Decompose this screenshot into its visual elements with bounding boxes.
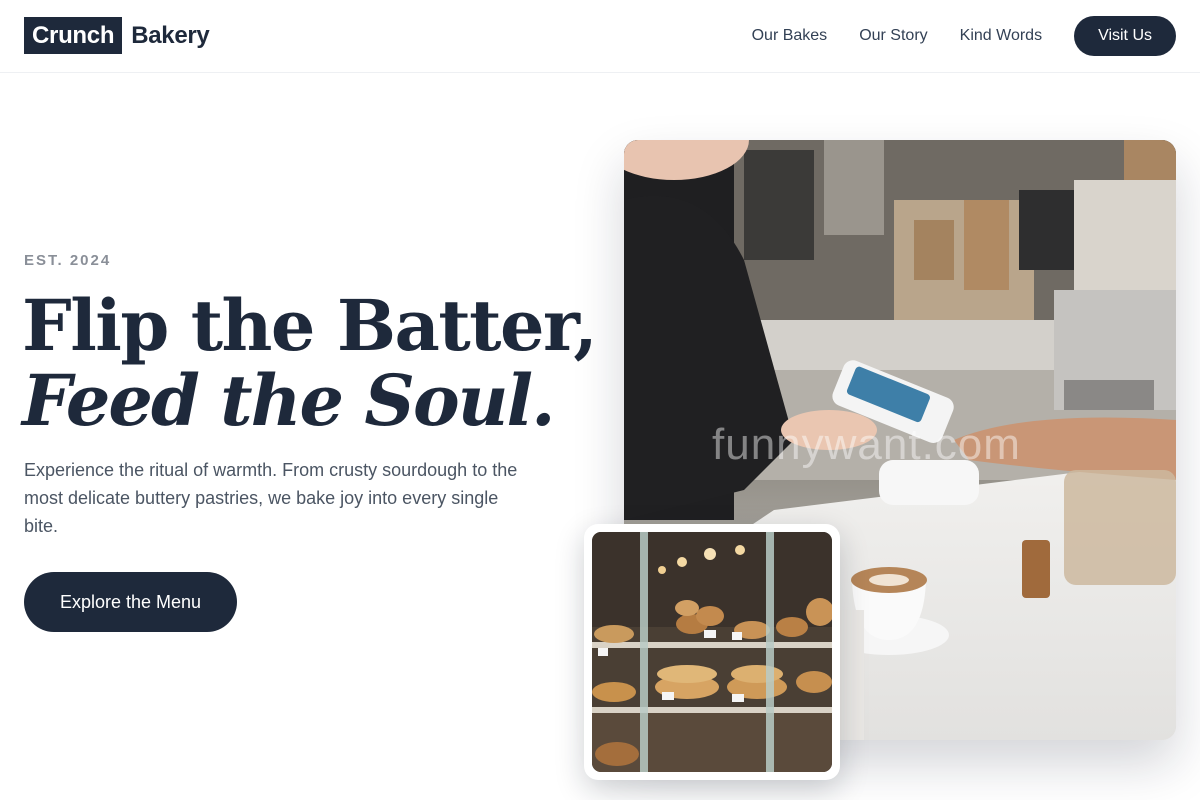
visit-us-button[interactable]: Visit Us: [1074, 16, 1176, 56]
hero-headline: Flip the Batter, Feed the Soul.: [22, 284, 598, 442]
main-nav: Our Bakes Our Story Kind Words Visit Us: [752, 16, 1176, 56]
logo[interactable]: Crunch Bakery: [24, 17, 210, 54]
pastry-case-photo: [584, 524, 840, 780]
nav-kind-words[interactable]: Kind Words: [960, 27, 1042, 45]
explore-menu-button[interactable]: Explore the Menu: [24, 572, 237, 632]
watermark-text: funnywant.com: [712, 420, 1021, 469]
hero-lead: Experience the ritual of warmth. From cr…: [24, 460, 518, 536]
nav-our-story[interactable]: Our Story: [859, 27, 927, 45]
logo-bakery: Bakery: [131, 21, 210, 49]
site-header: Crunch Bakery Our Bakes Our Story Kind W…: [0, 0, 1200, 73]
nav-our-bakes[interactable]: Our Bakes: [752, 27, 828, 45]
logo-crunch: Crunch: [24, 17, 123, 54]
headline-line-2: Feed the Soul.: [22, 359, 556, 442]
established-label: EST. 2024: [24, 252, 112, 269]
headline-line-1: Flip the Batter,: [22, 284, 598, 367]
